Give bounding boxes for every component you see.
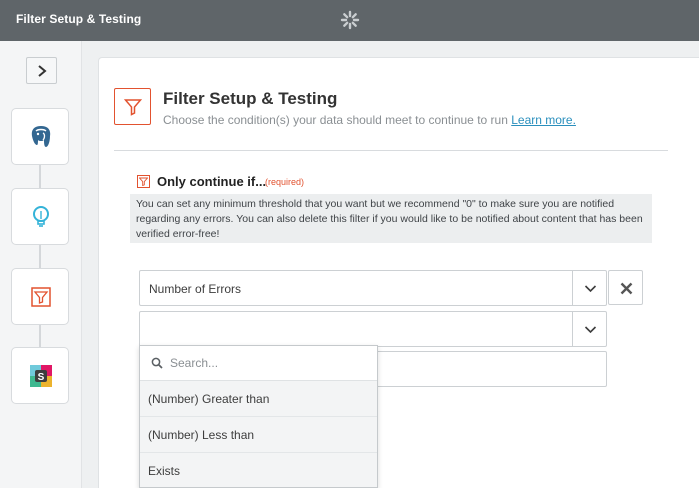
filter-icon	[124, 99, 142, 116]
search-icon	[151, 357, 163, 369]
dropdown-search-input[interactable]	[170, 353, 366, 373]
filter-icon	[139, 177, 148, 186]
field-select-toggle[interactable]	[572, 271, 606, 305]
operator-select-toggle[interactable]	[572, 312, 606, 346]
sidebar-toggle-button[interactable]	[26, 57, 57, 84]
lightbulb-icon	[33, 206, 49, 227]
step-connector	[39, 324, 41, 347]
window-title: Filter Setup & Testing	[16, 12, 142, 26]
postgresql-icon	[31, 126, 51, 147]
chevron-right-icon	[38, 65, 47, 77]
condition-filter-icon	[137, 175, 150, 188]
loading-spinner-icon	[340, 10, 360, 30]
help-text: You can set any minimum threshold that y…	[130, 194, 652, 243]
subtitle-text: Choose the condition(s) your data should…	[163, 113, 508, 127]
top-bar: Filter Setup & Testing	[0, 0, 699, 41]
learn-more-link[interactable]: Learn more.	[511, 113, 576, 127]
chevron-down-icon	[584, 326, 597, 334]
dropdown-search	[140, 346, 377, 381]
svg-text:S: S	[38, 372, 45, 383]
field-select-value: Number of Errors	[149, 282, 242, 296]
dropdown-option-less-than[interactable]: (Number) Less than	[140, 417, 377, 453]
step-postgresql[interactable]	[11, 108, 69, 165]
step-connector	[39, 165, 41, 188]
remove-condition-button[interactable]	[608, 270, 643, 305]
required-indicator: (required)	[265, 177, 305, 187]
dropdown-option-greater-than[interactable]: (Number) Greater than	[140, 381, 377, 417]
step-lightbulb-app[interactable]	[11, 188, 69, 245]
filter-header-icon	[114, 88, 151, 125]
slack-icon: S	[30, 365, 52, 387]
page-title: Filter Setup & Testing	[163, 89, 338, 108]
operator-select[interactable]	[139, 311, 607, 347]
step-filter[interactable]	[11, 268, 69, 325]
step-connector	[39, 245, 41, 268]
field-select[interactable]: Number of Errors	[139, 270, 607, 306]
step-slack[interactable]: S	[11, 347, 69, 404]
divider	[114, 150, 668, 151]
page-subtitle: Choose the condition(s) your data should…	[163, 113, 576, 127]
close-icon	[620, 282, 633, 295]
operator-dropdown: (Number) Greater than (Number) Less than…	[139, 345, 378, 488]
chevron-down-icon	[584, 285, 597, 293]
condition-label: Only continue if...	[157, 174, 267, 189]
dropdown-option-exists[interactable]: Exists	[140, 453, 377, 487]
filter-icon	[31, 287, 51, 307]
